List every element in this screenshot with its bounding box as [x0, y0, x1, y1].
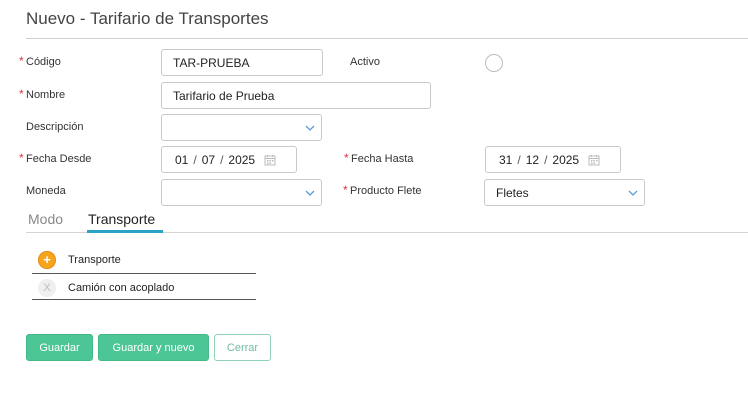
required-marker: *: [19, 87, 24, 101]
required-marker: *: [19, 54, 24, 68]
moneda-label: Moneda: [26, 185, 66, 197]
fecha-hasta-input[interactable]: 31 / 12 / 2025: [485, 146, 621, 173]
close-button[interactable]: Cerrar: [214, 334, 271, 361]
chevron-down-icon: [628, 190, 638, 196]
title-divider: [26, 38, 748, 39]
producto-flete-value: Fletes: [496, 185, 529, 200]
tab-modo[interactable]: Modo: [28, 211, 63, 227]
producto-flete-label: Producto Flete: [350, 185, 422, 197]
fecha-hasta-year: 2025: [552, 152, 580, 167]
codigo-label: Código: [26, 56, 61, 68]
fecha-desde-input[interactable]: 01 / 07 / 2025: [161, 146, 297, 173]
date-separator: /: [193, 152, 197, 167]
save-button[interactable]: Guardar: [26, 334, 93, 361]
calendar-icon[interactable]: [588, 154, 600, 166]
date-separator: /: [517, 152, 521, 167]
codigo-value: TAR-PRUEBA: [173, 55, 250, 70]
list-item-label: Camión con acoplado: [68, 281, 175, 294]
required-marker: *: [343, 183, 348, 197]
fecha-desde-day: 01: [175, 152, 189, 167]
codigo-input[interactable]: TAR-PRUEBA: [161, 49, 323, 76]
fecha-desde-month: 07: [201, 152, 216, 167]
moneda-select[interactable]: [161, 179, 322, 206]
activo-label: Activo: [350, 56, 380, 68]
nombre-value: Tarifario de Prueba: [173, 88, 275, 103]
fecha-hasta-label: Fecha Hasta: [351, 153, 414, 165]
remove-icon[interactable]: X: [38, 278, 56, 297]
nombre-label: Nombre: [26, 89, 66, 101]
fecha-desde-year: 2025: [228, 152, 256, 167]
date-separator: /: [220, 152, 224, 167]
required-marker: *: [19, 151, 24, 165]
add-icon[interactable]: +: [38, 250, 56, 269]
descripcion-label: Descripción: [26, 121, 84, 133]
descripcion-select[interactable]: [161, 114, 322, 141]
tab-transporte[interactable]: Transporte: [88, 211, 155, 227]
fecha-hasta-month: 12: [525, 152, 540, 167]
page-title: Nuevo - Tarifario de Transportes: [26, 9, 269, 28]
activo-toggle[interactable]: [485, 54, 503, 72]
required-marker: *: [344, 151, 349, 165]
row-divider: [32, 299, 256, 300]
save-and-new-button[interactable]: Guardar y nuevo: [98, 334, 209, 361]
chevron-down-icon: [305, 190, 315, 196]
date-separator: /: [544, 152, 548, 167]
fecha-hasta-day: 31: [499, 152, 513, 167]
chevron-down-icon: [305, 125, 315, 131]
calendar-icon[interactable]: [264, 154, 276, 166]
list-item[interactable]: X Camión con acoplado: [32, 274, 256, 301]
nombre-input[interactable]: Tarifario de Prueba: [161, 82, 431, 109]
fecha-desde-label: Fecha Desde: [26, 153, 92, 165]
active-tab-indicator: [87, 230, 163, 233]
transport-list-header: + Transporte: [32, 246, 256, 273]
producto-flete-select[interactable]: Fletes: [484, 179, 645, 206]
transport-header-label: Transporte: [68, 253, 121, 266]
